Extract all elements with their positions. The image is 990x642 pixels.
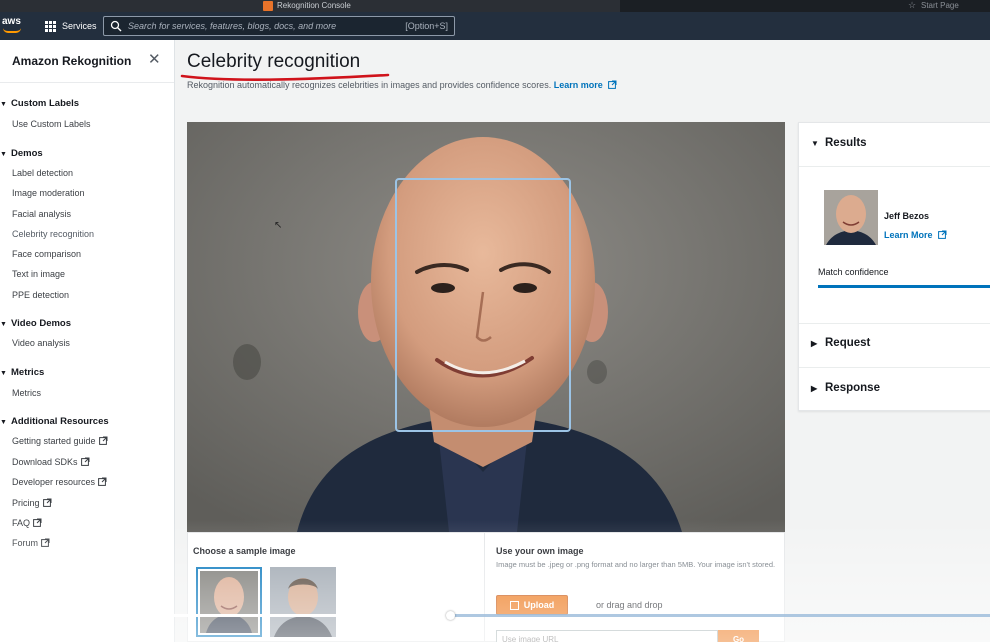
rekognition-favicon-icon	[263, 1, 273, 11]
caret-right-icon: ▶	[811, 384, 818, 393]
browser-tab-start-page[interactable]: Start Page	[921, 0, 959, 11]
caret-down-icon: ▼	[811, 139, 819, 148]
results-divider	[799, 166, 990, 167]
video-progress-fill	[8, 614, 450, 617]
sidebar-divider	[0, 82, 174, 83]
video-scrubber-handle[interactable]	[445, 611, 455, 620]
sidebar-item-developer-resources[interactable]: Developer resources	[12, 477, 107, 487]
image-url-input[interactable]	[496, 630, 718, 642]
mouse-cursor-icon: ↖	[274, 220, 283, 231]
services-menu-button[interactable]: Services	[45, 18, 97, 34]
face-bounding-box[interactable]	[395, 178, 571, 432]
sidebar-section-demos[interactable]: ▼ Demos	[0, 148, 43, 159]
sidebar-item-label-detection[interactable]: Label detection	[12, 168, 73, 178]
analyzed-image: ↖	[187, 122, 785, 532]
sidebar-item-pricing[interactable]: Pricing	[12, 498, 52, 508]
sample-image-thumbnail[interactable]	[270, 567, 336, 637]
sidebar-item-celebrity-recognition[interactable]: Celebrity recognition	[12, 229, 94, 239]
sidebar-section-additional-resources[interactable]: ▼ Additional Resources	[0, 416, 109, 427]
external-link-icon	[42, 498, 52, 507]
sidebar-item-video-analysis[interactable]: Video analysis	[12, 338, 70, 348]
external-link-icon	[41, 538, 50, 547]
sidebar-title: Amazon Rekognition	[12, 54, 132, 68]
sidebar-item-faq[interactable]: FAQ	[12, 518, 42, 528]
upload-button[interactable]: Upload	[496, 595, 568, 615]
caret-right-icon: ▶	[811, 339, 818, 348]
search-shortcut-hint: [Option+S]	[405, 21, 448, 31]
search-input[interactable]	[128, 21, 406, 31]
celebrity-name: Jeff Bezos	[884, 211, 930, 221]
drag-and-drop-text: or drag and drop	[596, 600, 663, 610]
image-input-panel: Choose a sample image Use your own image	[187, 532, 785, 642]
browser-tab-title: Rekognition Console	[277, 1, 351, 10]
caret-down-icon: ▼	[0, 151, 7, 158]
response-section-toggle[interactable]: ▶ Response	[811, 382, 880, 394]
screen: Rekognition Console ☆ Start Page aws Ser…	[0, 0, 990, 642]
external-link-icon	[938, 230, 947, 239]
main-content: Celebrity recognition Rekognition automa…	[175, 40, 990, 642]
sidebar-item-getting-started-guide[interactable]: Getting started guide	[12, 436, 108, 446]
search-bar[interactable]: [Option+S]	[103, 16, 455, 36]
sidebar-item-ppe-detection[interactable]: PPE detection	[12, 290, 69, 300]
video-progress-bar[interactable]	[8, 611, 990, 620]
upload-icon	[509, 600, 519, 610]
own-image-heading: Use your own image	[496, 546, 584, 556]
sidebar-item-facial-analysis[interactable]: Facial analysis	[12, 209, 71, 219]
sidebar-item-metrics[interactable]: Metrics	[12, 388, 41, 398]
celebrity-face-image	[824, 190, 878, 245]
external-link-icon	[80, 457, 90, 466]
aws-top-nav: aws Services [Option+S]	[0, 12, 990, 40]
caret-down-icon: ▼	[0, 370, 7, 377]
sidebar-item-text-in-image[interactable]: Text in image	[12, 269, 65, 279]
results-section-toggle[interactable]: ▼ Results	[811, 137, 867, 149]
results-panel: ▼ Results Jeff Bezos Learn More Match con…	[798, 122, 990, 411]
browser-tab-strip: Rekognition Console ☆ Start Page	[0, 0, 990, 12]
caret-down-icon: ▼	[0, 101, 7, 108]
sidebar-item-use-custom-labels[interactable]: Use Custom Labels	[12, 119, 91, 129]
match-confidence-fill	[818, 285, 990, 288]
results-divider	[799, 367, 990, 368]
results-divider	[799, 323, 990, 324]
page-title: Celebrity recognition	[187, 51, 361, 72]
sample-image-heading: Choose a sample image	[193, 546, 296, 556]
panel-divider	[484, 533, 485, 642]
own-image-description: Image must be .jpeg or .png format and n…	[496, 560, 776, 569]
request-section-toggle[interactable]: ▶ Request	[811, 337, 870, 349]
sidebar: Amazon Rekognition ✕ ▼ Custom Labels Use …	[0, 40, 175, 642]
external-link-icon	[98, 436, 108, 445]
celebrity-thumbnail	[824, 190, 878, 245]
close-sidebar-icon[interactable]: ✕	[148, 52, 161, 67]
services-label: Services	[62, 21, 97, 31]
services-grid-icon	[45, 20, 56, 32]
caret-down-icon: ▼	[0, 321, 7, 328]
sidebar-item-download-sdks[interactable]: Download SDKs	[12, 457, 90, 467]
star-icon: ☆	[908, 0, 917, 10]
sidebar-section-video-demos[interactable]: ▼ Video Demos	[0, 318, 71, 329]
external-link-icon	[33, 518, 42, 527]
aws-logo-icon[interactable]: aws	[2, 16, 24, 36]
sidebar-item-face-comparison[interactable]: Face comparison	[12, 249, 81, 259]
celebrity-learn-more-link[interactable]: Learn More	[884, 230, 947, 240]
match-confidence-label: Match confidence	[818, 267, 889, 277]
sidebar-item-image-moderation[interactable]: Image moderation	[12, 188, 85, 198]
go-button[interactable]: Go	[718, 630, 759, 642]
caret-down-icon: ▼	[0, 419, 7, 426]
search-icon	[110, 20, 122, 32]
sample-portrait-2-image	[270, 567, 336, 637]
external-link-icon	[98, 477, 107, 486]
sidebar-section-metrics[interactable]: ▼ Metrics	[0, 367, 44, 378]
sidebar-section-custom-labels[interactable]: ▼ Custom Labels	[0, 98, 79, 109]
sample-image-thumbnail-selected[interactable]	[196, 567, 262, 637]
match-confidence-bar	[818, 285, 990, 288]
sidebar-item-forum[interactable]: Forum	[12, 538, 50, 548]
page-subtitle: Rekognition automatically recognizes cel…	[187, 80, 617, 90]
learn-more-link[interactable]: Learn more	[554, 80, 618, 90]
external-link-icon	[608, 80, 617, 89]
sample-portrait-1-image	[200, 571, 258, 633]
